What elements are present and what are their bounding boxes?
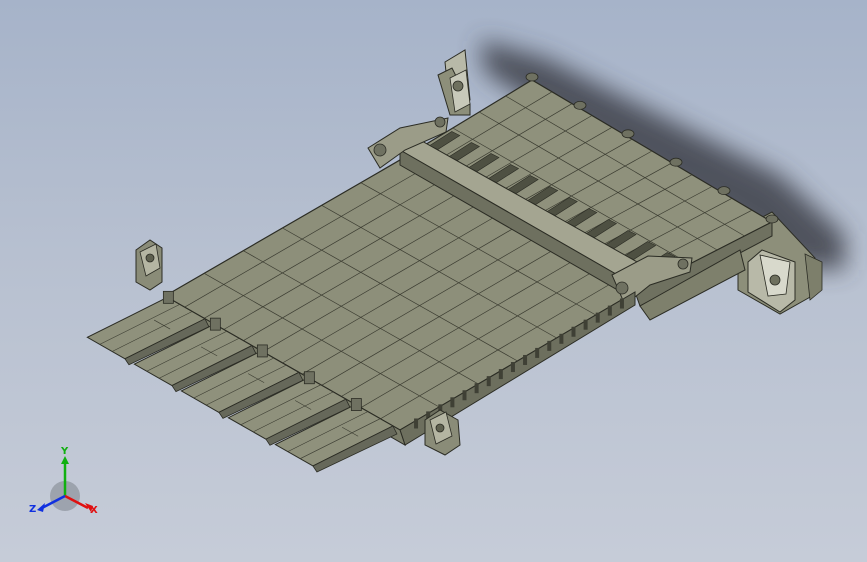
skirt-slot xyxy=(619,298,624,309)
chute-hinge-block xyxy=(162,290,174,304)
skirt-slot xyxy=(559,333,564,344)
graphics-viewport[interactable]: Y X Z xyxy=(0,0,867,562)
triad-x-label: X xyxy=(90,505,98,516)
front-corner-mount-left[interactable] xyxy=(135,239,163,291)
skirt-slot xyxy=(498,369,503,380)
skirt-slot xyxy=(486,376,491,387)
skirt-slot xyxy=(571,326,576,337)
hinge-knuckle xyxy=(669,157,683,167)
hinge-knuckle xyxy=(621,129,635,139)
skirt-slot xyxy=(607,305,612,316)
skirt-slot xyxy=(547,340,552,351)
skirt-slot xyxy=(474,383,479,394)
chute-hinge-block xyxy=(256,344,268,358)
z-axis-arrowhead xyxy=(37,503,45,512)
skirt-slot xyxy=(523,354,528,365)
front-corner-mount-right[interactable] xyxy=(424,409,461,456)
skirt-slot xyxy=(414,418,419,429)
skirt-slot xyxy=(535,347,540,358)
hinge-knuckle xyxy=(717,186,731,196)
rear-bracket-left[interactable] xyxy=(437,49,471,116)
triad-y-label: Y xyxy=(61,446,69,457)
hinge-knuckle xyxy=(525,72,539,82)
skirt-slot xyxy=(595,312,600,323)
hinge-knuckle xyxy=(573,101,587,110)
skirt-slot xyxy=(462,390,467,401)
y-axis-arrowhead xyxy=(61,456,69,464)
chute-hinge-block xyxy=(209,317,221,331)
triad-z-label: Z xyxy=(29,504,37,515)
hinge-knuckle xyxy=(765,214,779,224)
coordinate-triad: Y X Z xyxy=(28,446,108,522)
feeder-assembly-model[interactable] xyxy=(0,0,867,562)
chute-hinge-block xyxy=(350,398,362,411)
chute-hinge-block xyxy=(303,371,315,385)
skirt-slot xyxy=(583,319,588,330)
skirt-slot xyxy=(450,397,455,408)
skirt-slot xyxy=(510,362,515,373)
